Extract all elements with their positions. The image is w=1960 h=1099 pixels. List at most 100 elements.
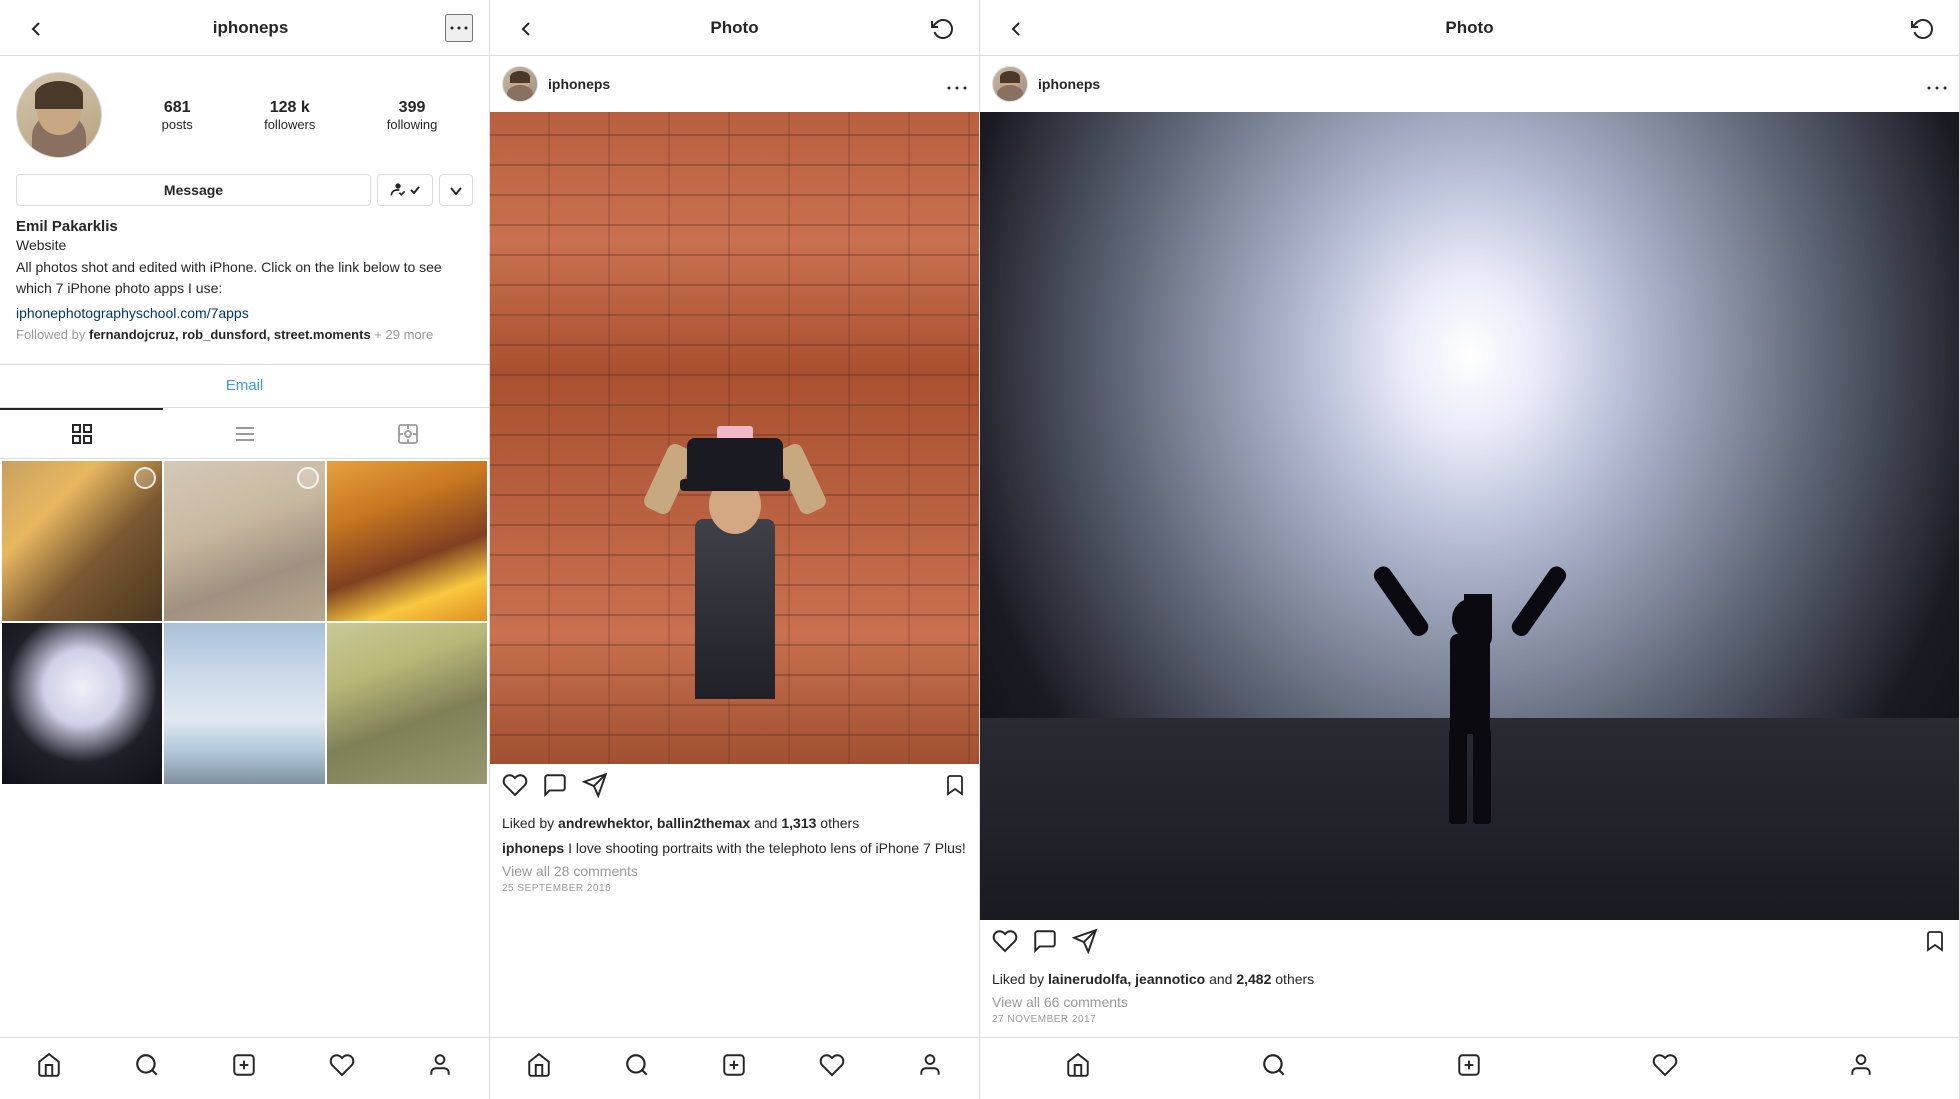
nav-home-button[interactable] [24, 1048, 74, 1089]
tab-list[interactable] [163, 408, 326, 458]
profile-name: Emil Pakarklis [16, 218, 473, 235]
nav-activity-button[interactable] [317, 1048, 367, 1089]
post-avatar-hair [510, 71, 530, 83]
avatar [16, 72, 102, 158]
liked-by-and-2: and [1205, 971, 1236, 987]
refresh-button-2[interactable] [1903, 10, 1943, 44]
back-button-3[interactable] [996, 10, 1036, 44]
bottom-navigation [0, 1037, 489, 1099]
caption-username-1[interactable]: iphoneps [502, 840, 564, 856]
liked-by-and-1: and [750, 815, 781, 831]
photo-detail-content-2: iphoneps [980, 56, 1959, 1037]
post-avatar-body [507, 85, 533, 102]
post-avatar-body-2 [997, 85, 1023, 102]
grid-photo-3[interactable] [327, 461, 487, 621]
action-buttons-row: Message [16, 174, 473, 206]
liked-others-1: others [816, 815, 859, 831]
nav-home-button-3[interactable] [1053, 1048, 1103, 1089]
post-username-2[interactable]: iphoneps [1038, 76, 1917, 92]
avatar-hair [35, 81, 83, 109]
followers-count: 128 k [270, 99, 310, 117]
view-comments-2[interactable]: View all 66 comments [980, 994, 1959, 1014]
action-bar-2 [980, 920, 1959, 969]
photo-header-2: Photo [980, 0, 1959, 56]
nav-profile-button-2[interactable] [905, 1048, 955, 1089]
grid-photo-6[interactable] [327, 623, 487, 783]
likes-count-2: 2,482 [1236, 971, 1271, 987]
followed-by-users: fernandojcruz, rob_dunsford, street.mome… [89, 327, 371, 342]
view-comments-1[interactable]: View all 28 comments [490, 863, 979, 883]
profile-content: 681 posts 128 k followers 399 following … [0, 56, 489, 1037]
followers-stat[interactable]: 128 k followers [264, 99, 315, 132]
nav-search-button-3[interactable] [1249, 1048, 1299, 1089]
nav-search-button-2[interactable] [612, 1048, 662, 1089]
post-avatar-2 [992, 66, 1028, 102]
content-tabs [0, 408, 489, 459]
like-button-2[interactable] [992, 928, 1018, 961]
nav-add-button-3[interactable] [1444, 1048, 1494, 1089]
profile-header: iphoneps [0, 0, 489, 56]
post-photo-2[interactable] [980, 112, 1959, 920]
posts-stat: 681 posts [162, 99, 193, 132]
photo-header-1: Photo [490, 0, 979, 56]
nav-search-button[interactable] [122, 1048, 172, 1089]
posts-label: posts [162, 117, 193, 132]
likes-text-2: Liked by lainerudolfa, jeannotico and 2,… [980, 969, 1959, 994]
share-button-2[interactable] [1072, 928, 1098, 961]
stats-row: 681 posts 128 k followers 399 following [126, 99, 473, 132]
more-options-button[interactable] [445, 14, 473, 42]
nav-add-button-2[interactable] [709, 1048, 759, 1089]
post-photo-1[interactable] [490, 112, 979, 764]
nav-activity-button-2[interactable] [807, 1048, 857, 1089]
back-button-2[interactable] [506, 10, 546, 44]
refresh-button-1[interactable] [923, 10, 963, 44]
nav-home-button-2[interactable] [514, 1048, 564, 1089]
bookmark-button-2[interactable] [1923, 928, 1947, 961]
profile-top-row: 681 posts 128 k followers 399 following [16, 72, 473, 158]
photo-panel-1: Photo iphoneps [490, 0, 980, 1099]
photo-header-title-1: Photo [710, 18, 758, 38]
grid-photo-2[interactable] [164, 461, 324, 621]
liked-by-prefix-2: Liked by [992, 971, 1048, 987]
nav-add-button[interactable] [219, 1048, 269, 1089]
select-indicator [297, 467, 319, 489]
share-button-1[interactable] [582, 772, 608, 805]
liked-by-prefix-1: Liked by [502, 815, 558, 831]
post-more-1[interactable] [947, 74, 967, 95]
action-bar-1 [490, 764, 979, 813]
grid-photo-4[interactable] [2, 623, 162, 783]
tab-tagged[interactable] [326, 408, 489, 458]
message-button[interactable]: Message [16, 174, 371, 206]
post-username-1[interactable]: iphoneps [548, 76, 937, 92]
posts-count: 681 [164, 99, 191, 117]
comment-button-2[interactable] [1032, 928, 1058, 961]
likes-count-1: 1,313 [781, 815, 816, 831]
caption-1: iphoneps I love shooting portraits with … [490, 838, 979, 863]
profile-info: 681 posts 128 k followers 399 following … [0, 56, 489, 364]
photo-header-title-2: Photo [1445, 18, 1493, 38]
back-button[interactable] [16, 10, 56, 44]
grid-photo-1[interactable] [2, 461, 162, 621]
nav-activity-button-3[interactable] [1640, 1048, 1690, 1089]
like-button-1[interactable] [502, 772, 528, 805]
following-stat[interactable]: 399 following [387, 99, 438, 132]
nav-profile-button[interactable] [415, 1048, 465, 1089]
comment-button-1[interactable] [542, 772, 568, 805]
nav-profile-button-3[interactable] [1836, 1048, 1886, 1089]
grid-photo-5[interactable] [164, 623, 324, 783]
following-count: 399 [399, 99, 426, 117]
post-avatar-hair-2 [1000, 71, 1020, 83]
profile-website: Website [16, 237, 473, 253]
profile-bio: All photos shot and edited with iPhone. … [16, 257, 473, 299]
post-more-2[interactable] [1927, 74, 1947, 95]
photo-detail-content-1: iphoneps [490, 56, 979, 1037]
likes-text-1: Liked by andrewhektor, ballin2themax and… [490, 813, 979, 838]
liked-others-2: others [1271, 971, 1314, 987]
select-indicator [134, 467, 156, 489]
profile-link[interactable]: iphonephotographyschool.com/7apps [16, 305, 473, 321]
tab-grid[interactable] [0, 408, 163, 458]
following-check-button[interactable] [377, 174, 433, 206]
dropdown-button[interactable] [439, 174, 473, 206]
email-button[interactable]: Email [226, 377, 264, 394]
bookmark-button-1[interactable] [943, 772, 967, 805]
